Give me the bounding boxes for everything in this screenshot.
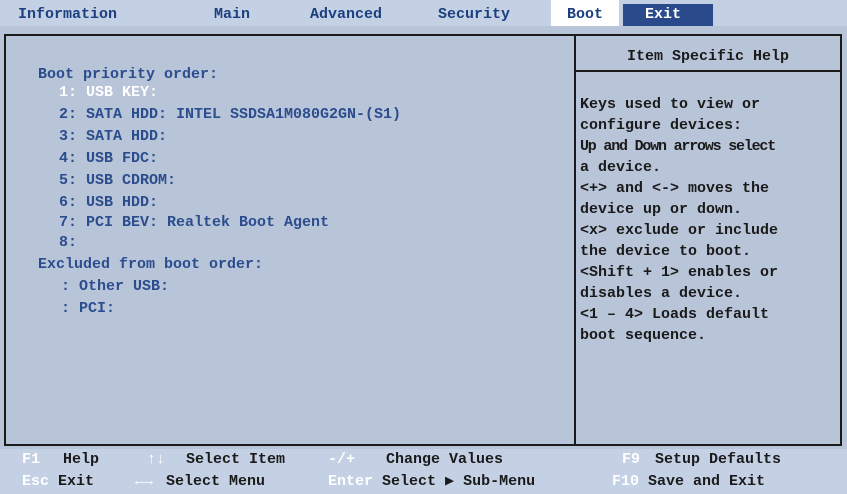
boot-item-5[interactable]: 5: USB CDROM:	[59, 172, 176, 189]
key-change-values-desc: Change Values	[386, 451, 504, 468]
boot-item-6[interactable]: 6: USB HDD:	[59, 194, 158, 211]
help-line: the device to boot.	[580, 243, 752, 260]
help-line: <1 – 4> Loads default	[580, 306, 770, 323]
key-legend-bar: F1 Help ↑↓ Select Item -/+ Change Values…	[0, 449, 847, 494]
tab-exit[interactable]: Exit	[633, 0, 693, 26]
key-minus-plus: -/+	[328, 451, 356, 468]
boot-item-7[interactable]: 7: PCI BEV: Realtek Boot Agent	[59, 214, 329, 231]
boot-item-1[interactable]: 1: USB KEY:	[59, 84, 158, 101]
boot-item-8[interactable]: 8:	[59, 234, 77, 251]
help-line: <+> and <-> moves the	[580, 180, 770, 197]
excluded-item-other-usb[interactable]: : Other USB:	[61, 278, 169, 295]
key-select-item-desc: Select Item	[186, 451, 286, 468]
help-line: Up and Down arrows select	[580, 138, 776, 155]
help-line: device up or down.	[580, 201, 743, 218]
key-change-values: -/+ Change Values	[328, 449, 503, 471]
main-panel: Boot priority order: 1: USB KEY: 2: SATA…	[4, 34, 842, 446]
key-f1-help: F1 Help	[22, 449, 99, 471]
left-right-arrows-icon: ←→	[135, 473, 154, 490]
key-f10-desc: Save and Exit	[648, 473, 766, 490]
help-title: Item Specific Help	[626, 48, 790, 65]
tab-boot[interactable]: Boot	[551, 0, 619, 26]
key-f10-save: F10 Save and Exit	[612, 471, 765, 493]
key-enter-submenu: Enter Select ▶ Sub-Menu	[328, 471, 535, 493]
key-esc: Esc	[22, 473, 50, 490]
tab-security[interactable]: Security	[426, 0, 522, 26]
key-select-menu-desc: Select Menu	[166, 473, 266, 490]
key-f10: F10	[612, 473, 640, 490]
key-f1: F1	[22, 451, 41, 468]
help-line: <x> exclude or include	[580, 222, 779, 239]
help-line: boot sequence.	[580, 327, 707, 344]
panel-divider	[574, 36, 576, 444]
key-enter: Enter	[328, 473, 374, 490]
key-f1-desc: Help	[63, 451, 100, 468]
key-enter-desc: Select ▶ Sub-Menu	[382, 473, 536, 490]
help-line: configure devices:	[580, 117, 743, 134]
key-f9-defaults: F9 Setup Defaults	[622, 449, 781, 471]
key-f9-desc: Setup Defaults	[655, 451, 782, 468]
key-esc-desc: Exit	[58, 473, 95, 490]
help-line: <Shift + 1> enables or	[580, 264, 779, 281]
menu-bar: Information Main Advanced Security Boot …	[0, 0, 847, 26]
tab-information[interactable]: Information	[6, 0, 129, 26]
excluded-item-pci[interactable]: : PCI:	[61, 300, 115, 317]
key-esc-exit: Esc Exit	[22, 471, 94, 493]
boot-item-2[interactable]: 2: SATA HDD: INTEL SSDSA1M080G2GN-(S1)	[59, 106, 401, 123]
key-f9: F9	[622, 451, 641, 468]
boot-item-4[interactable]: 4: USB FDC:	[59, 150, 158, 167]
boot-priority-heading: Boot priority order:	[38, 66, 219, 83]
excluded-heading: Excluded from boot order:	[38, 256, 264, 273]
help-separator	[576, 70, 840, 72]
help-line: Keys used to view or	[580, 96, 761, 113]
tab-advanced[interactable]: Advanced	[298, 0, 394, 26]
key-select-item: ↑↓ Select Item	[147, 449, 285, 471]
help-line: disables a device.	[580, 285, 743, 302]
help-text: Keys used to view or configure devices: …	[580, 94, 842, 346]
tab-main[interactable]: Main	[202, 0, 262, 26]
up-down-arrows-icon: ↑↓	[147, 451, 166, 468]
help-line: a device.	[580, 159, 662, 176]
key-select-menu: ←→ Select Menu	[135, 471, 265, 493]
boot-item-3[interactable]: 3: SATA HDD:	[59, 128, 167, 145]
